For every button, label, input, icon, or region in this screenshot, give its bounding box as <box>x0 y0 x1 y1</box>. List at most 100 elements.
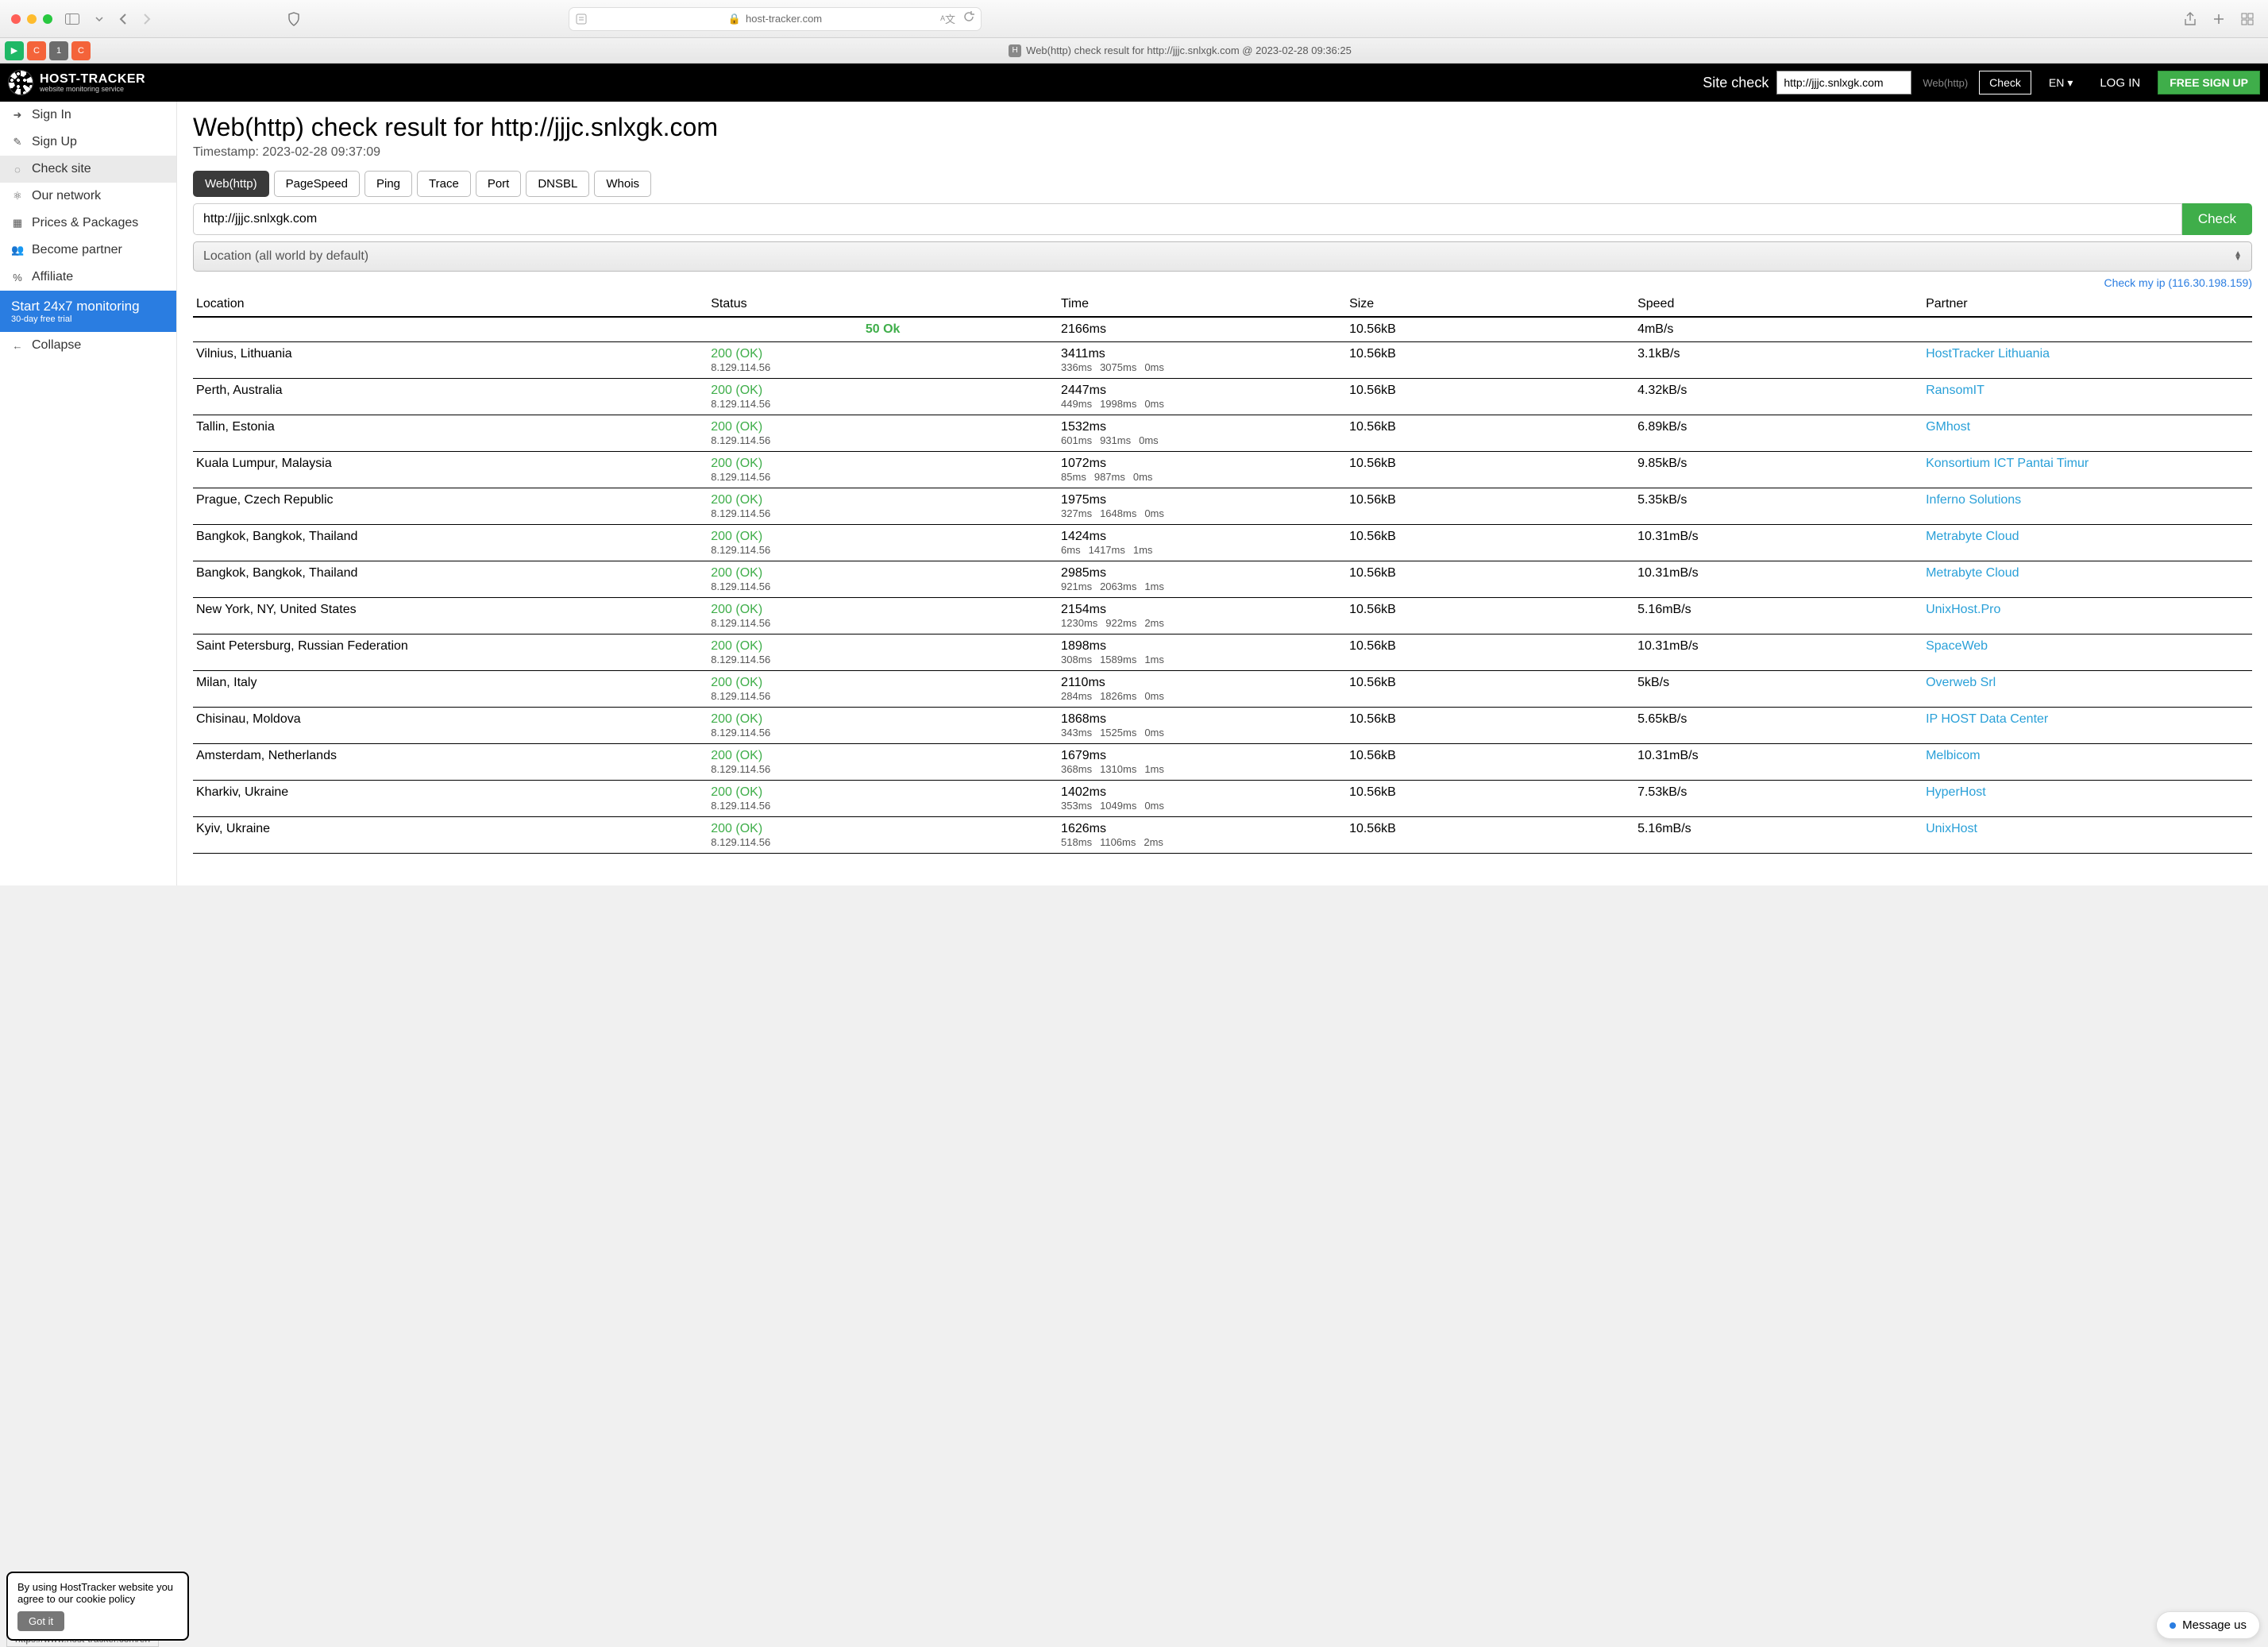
col-speed: Speed <box>1634 292 1923 317</box>
partner-link[interactable]: SpaceWeb <box>1926 639 1988 653</box>
minimize-window[interactable] <box>27 14 37 24</box>
cell-size: 10.56kB <box>1346 744 1634 781</box>
cell-speed: 10.31mB/s <box>1634 561 1923 598</box>
pinned-tab-1[interactable]: ▶ <box>5 41 24 60</box>
header-check-button[interactable]: Check <box>1979 71 2031 94</box>
reader-icon[interactable] <box>576 14 587 25</box>
partner-link[interactable]: RansomIT <box>1926 384 1984 397</box>
check-url-input[interactable] <box>193 203 2182 235</box>
logo-icon <box>8 70 33 95</box>
translate-icon[interactable]: ᴬ文 <box>940 11 955 26</box>
result-row: Prague, Czech Republic200 (OK)8.129.114.… <box>193 488 2252 525</box>
active-tab[interactable]: H Web(http) check result for http://jjjc… <box>92 44 2268 57</box>
logo[interactable]: HOST-TRACKER website monitoring service <box>8 70 145 95</box>
partner-link[interactable]: Melbicom <box>1926 749 1980 762</box>
check-my-ip-link[interactable]: Check my ip (116.30.198.159) <box>2104 276 2252 289</box>
sidebar-item-check[interactable]: ◌Check site <box>0 156 176 183</box>
reload-icon[interactable] <box>963 11 974 26</box>
sidebar-collapse[interactable]: ← Collapse <box>0 332 176 359</box>
address-bar[interactable]: 🔒 host-tracker.com ᴬ文 <box>569 7 982 31</box>
tab-port[interactable]: Port <box>476 171 522 197</box>
main-content: Web(http) check result for http://jjjc.s… <box>177 102 2268 885</box>
cell-location: Amsterdam, Netherlands <box>193 744 708 781</box>
partner-link[interactable]: HyperHost <box>1926 785 1986 799</box>
new-tab-icon[interactable] <box>2209 10 2228 29</box>
cell-time-breakdown: 308ms1589ms1ms <box>1061 654 1343 665</box>
tab-trace[interactable]: Trace <box>417 171 471 197</box>
partner-link[interactable]: IP HOST Data Center <box>1926 712 2048 726</box>
tab-ping[interactable]: Ping <box>364 171 412 197</box>
col-partner: Partner <box>1923 292 2252 317</box>
tab-dnsbl[interactable]: DNSBL <box>526 171 589 197</box>
cell-ip: 8.129.114.56 <box>711 763 1055 775</box>
cell-time: 1626ms <box>1061 822 1343 836</box>
cell-speed: 10.31mB/s <box>1634 634 1923 671</box>
cell-size: 10.56kB <box>1346 525 1634 561</box>
cell-time: 1975ms <box>1061 493 1343 507</box>
arrow-left-icon: ← <box>11 340 24 352</box>
login-button[interactable]: LOG IN <box>2090 71 2150 94</box>
check-button[interactable]: Check <box>2182 203 2252 235</box>
cell-location: Prague, Czech Republic <box>193 488 708 525</box>
sidebar-item-label: Our network <box>32 189 101 203</box>
sidebar-item-affiliate[interactable]: %Affiliate <box>0 264 176 291</box>
tab-pagespeed[interactable]: PageSpeed <box>274 171 360 197</box>
maximize-window[interactable] <box>43 14 52 24</box>
cell-ip: 8.129.114.56 <box>711 398 1055 410</box>
location-select[interactable]: Location (all world by default) ▲▼ <box>193 241 2252 272</box>
cell-ip: 8.129.114.56 <box>711 654 1055 665</box>
timestamp: Timestamp: 2023-02-28 09:37:09 <box>193 145 2252 160</box>
tabs-overview-icon[interactable] <box>2238 10 2257 29</box>
cookie-accept-button[interactable]: Got it <box>17 1611 64 1631</box>
tab-webhttp[interactable]: Web(http) <box>193 171 269 197</box>
cookie-text: By using HostTracker website you agree t… <box>17 1581 178 1605</box>
tab-title-text: Web(http) check result for http://jjjc.s… <box>1026 44 1352 56</box>
cell-time-breakdown: 336ms3075ms0ms <box>1061 361 1343 373</box>
cell-time-breakdown: 284ms1826ms0ms <box>1061 690 1343 702</box>
close-window[interactable] <box>11 14 21 24</box>
partner-link[interactable]: UnixHost.Pro <box>1926 603 2000 616</box>
cell-time: 1898ms <box>1061 639 1343 654</box>
pinned-tab-4[interactable]: C <box>71 41 91 60</box>
check-type-tabs: Web(http)PageSpeedPingTracePortDNSBLWhoi… <box>193 171 2252 197</box>
sidebar-item-signin[interactable]: ➜Sign In <box>0 102 176 129</box>
partner-link[interactable]: Inferno Solutions <box>1926 493 2021 507</box>
cell-speed: 9.85kB/s <box>1634 452 1923 488</box>
back-button[interactable] <box>116 10 130 29</box>
share-icon[interactable] <box>2181 9 2200 29</box>
partner-link[interactable]: Metrabyte Cloud <box>1926 530 2019 543</box>
shield-icon[interactable] <box>284 9 303 29</box>
site-check-input[interactable] <box>1776 71 1911 94</box>
cell-time-breakdown: 921ms2063ms1ms <box>1061 580 1343 592</box>
sidebar-item-partner[interactable]: 👥Become partner <box>0 237 176 264</box>
sidebar-cta[interactable]: Start 24x7 monitoring 30-day free trial <box>0 291 176 332</box>
sidebar-item-signup[interactable]: ✎Sign Up <box>0 129 176 156</box>
pinned-tab-3[interactable]: 1 <box>49 41 68 60</box>
site-check-label: Site check <box>1703 75 1768 91</box>
tab-whois[interactable]: Whois <box>594 171 651 197</box>
sidebar-item-network[interactable]: ⚛Our network <box>0 183 176 210</box>
summary-status: 50 Ok <box>866 322 901 336</box>
language-selector[interactable]: EN ▾ <box>2039 71 2082 94</box>
cell-time-breakdown: 327ms1648ms0ms <box>1061 507 1343 519</box>
logo-subtitle: website monitoring service <box>40 86 145 93</box>
logo-title: HOST-TRACKER <box>40 73 145 86</box>
cell-time-breakdown: 343ms1525ms0ms <box>1061 727 1343 739</box>
cell-size: 10.56kB <box>1346 671 1634 708</box>
cell-ip: 8.129.114.56 <box>711 800 1055 812</box>
chat-widget[interactable]: Message us <box>2156 1611 2260 1639</box>
partner-link[interactable]: GMhost <box>1926 420 1970 434</box>
cell-speed: 5.16mB/s <box>1634 817 1923 854</box>
chevron-down-icon[interactable] <box>92 14 106 25</box>
partner-link[interactable]: Konsortium ICT Pantai Timur <box>1926 457 2089 470</box>
forward-button[interactable] <box>140 10 154 29</box>
signup-button[interactable]: FREE SIGN UP <box>2158 71 2260 94</box>
pinned-tab-2[interactable]: C <box>27 41 46 60</box>
partner-link[interactable]: Overweb Srl <box>1926 676 1996 689</box>
partner-link[interactable]: UnixHost <box>1926 822 1977 835</box>
partner-link[interactable]: HostTracker Lithuania <box>1926 347 2050 361</box>
sidebar-toggle-icon[interactable] <box>62 10 83 28</box>
partner-link[interactable]: Metrabyte Cloud <box>1926 566 2019 580</box>
sidebar-item-prices[interactable]: ▦Prices & Packages <box>0 210 176 237</box>
cell-size: 10.56kB <box>1346 561 1634 598</box>
